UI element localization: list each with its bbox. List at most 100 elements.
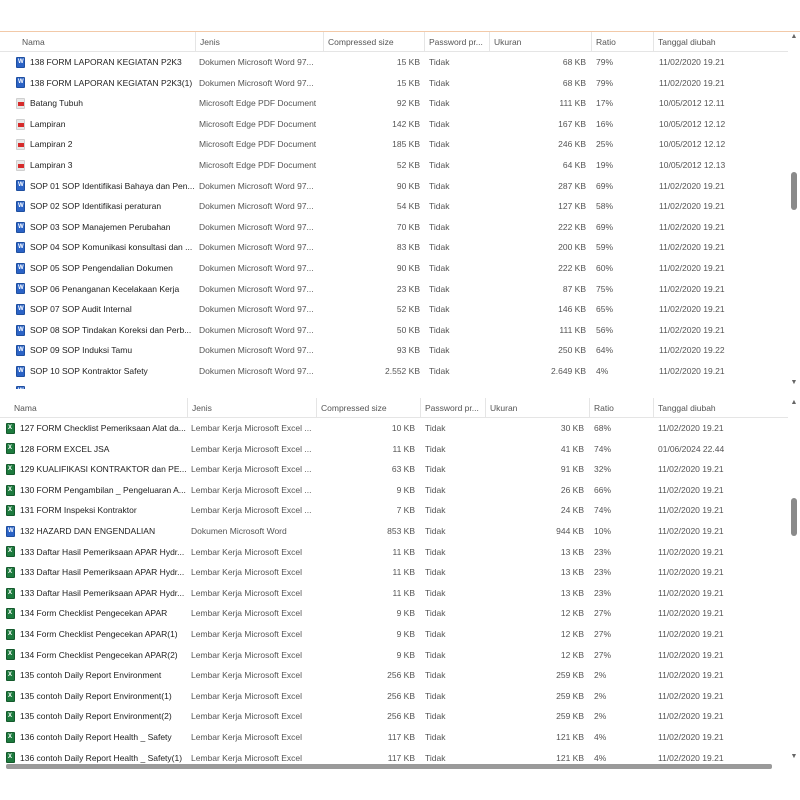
table-row[interactable]: Lampiran Microsoft Edge PDF Document 142 K… [0, 114, 788, 135]
compressed-cell: 93 KB [396, 345, 420, 356]
table-row[interactable]: 138 FORM LAPORAN KEGIATAN P2K3(1) Dokumen… [0, 73, 788, 94]
column-header-type[interactable]: Jenis [188, 398, 317, 418]
compressed-cell: 853 KB [387, 526, 415, 536]
column-header-size[interactable]: Ukuran [486, 398, 590, 418]
table-row[interactable]: 129 KUALIFIKASI KONTRAKTOR dan PE... Lemb… [0, 459, 788, 480]
size-cell: 91 KB [560, 464, 584, 475]
table-row[interactable]: Lampiran 2 Microsoft Edge PDF Document 185… [0, 134, 788, 155]
table-row[interactable]: SOP 11 SOP Ijin Kerja Aman Dokumen Micros… [0, 382, 788, 389]
table-row[interactable]: SOP 05 SOP Pengendalian Dokumen Dokumen M… [0, 258, 788, 279]
word-file-icon [16, 200, 25, 212]
ratio-cell: 56% [596, 324, 614, 335]
type-cell: Lembar Kerja Microsoft Excel [191, 649, 303, 660]
size-cell: 121 KB [556, 732, 584, 742]
file-name-cell: 128 FORM EXCEL JSA [6, 439, 186, 460]
file-name-cell: SOP 01 SOP Identifikasi Bahaya dan Pen..… [16, 176, 194, 197]
compressed-cell: 117 KB [387, 752, 415, 763]
vertical-scrollbar[interactable]: ▲ ▼ [788, 32, 800, 389]
column-header-compressed-size[interactable]: Compressed size [324, 32, 425, 52]
ratio-cell: 60% [596, 263, 614, 273]
scrollbar-thumb[interactable] [791, 172, 797, 210]
table-row[interactable]: 130 FORM Pengambilan _ Pengeluaran A... L… [0, 480, 788, 501]
table-row[interactable]: SOP 06 Penanganan Kecelakaan Kerja Dokume… [0, 279, 788, 300]
table-row[interactable]: SOP 10 SOP Kontraktor Safety Dokumen Micr… [0, 361, 788, 382]
table-row[interactable]: 133 Daftar Hasil Pemeriksaan APAR Hydr..… [0, 542, 788, 563]
table-row[interactable]: 135 contoh Daily Report Environment(1) Le… [0, 686, 788, 707]
table-row[interactable]: 132 HAZARD DAN ENGENDALIAN Dokumen Micros… [0, 521, 788, 542]
ratio-cell: 27% [594, 649, 612, 660]
date-cell: 11/02/2020 19.21 [658, 732, 724, 742]
table-row[interactable]: 135 contoh Daily Report Environment(2) Le… [0, 706, 788, 727]
table-row[interactable]: 136 contoh Daily Report Health _ Safety L… [0, 727, 788, 748]
file-name: SOP 03 SOP Manajemen Perubahan [30, 221, 171, 232]
compressed-cell: 90 KB [396, 180, 420, 191]
scrollbar-thumb[interactable] [791, 498, 797, 536]
column-header-password-protected[interactable]: Password pr... [421, 398, 486, 418]
table-row[interactable]: SOP 09 SOP Induksi Tamu Dokumen Microsoft… [0, 340, 788, 361]
date-cell: 11/02/2020 19.21 [658, 423, 724, 433]
table-row[interactable]: 138 FORM LAPORAN KEGIATAN P2K3 Dokumen Mi… [0, 52, 788, 73]
size-cell: 12 KB [560, 608, 584, 619]
ratio-cell: 69% [596, 180, 614, 191]
ratio-cell: 68% [594, 423, 612, 433]
table-row[interactable]: SOP 02 SOP Identifikasi peraturan Dokumen… [0, 196, 788, 217]
ratio-cell: 23% [594, 546, 612, 557]
word-file-icon [6, 525, 15, 537]
table-row[interactable]: Batang Tubuh Microsoft Edge PDF Document 9… [0, 93, 788, 114]
scroll-up-icon[interactable]: ▲ [788, 398, 800, 408]
horizontal-scrollbar[interactable] [6, 764, 772, 769]
table-row[interactable]: SOP 03 SOP Manajemen Perubahan Dokumen Mi… [0, 217, 788, 238]
column-header-compressed-size[interactable]: Compressed size [317, 398, 421, 418]
table-row[interactable]: 134 Form Checklist Pengecekan APAR(1) Lem… [0, 624, 788, 645]
table-row[interactable]: SOP 07 SOP Audit Internal Dokumen Microso… [0, 299, 788, 320]
file-name: 129 KUALIFIKASI KONTRAKTOR dan PE... [20, 464, 186, 475]
file-name-cell: SOP 11 SOP Ijin Kerja Aman [16, 382, 194, 389]
column-header-size[interactable]: Ukuran [490, 32, 592, 52]
column-header-ratio[interactable]: Ratio [592, 32, 654, 52]
column-header-date-modified[interactable]: Tanggal diubah [654, 398, 788, 418]
date-cell: 11/02/2020 19.21 [658, 587, 724, 598]
file-name: 135 contoh Daily Report Environment(1) [20, 690, 172, 701]
table-row[interactable]: SOP 01 SOP Identifikasi Bahaya dan Pen..… [0, 176, 788, 197]
file-name: SOP 11 SOP Ijin Kerja Aman [30, 382, 139, 389]
file-name-cell: 134 Form Checklist Pengecekan APAR [6, 603, 186, 624]
pdf-file-icon [16, 118, 25, 130]
ratio-cell: 69% [596, 221, 614, 232]
compressed-cell: 2.552 KB [385, 366, 420, 376]
table-row[interactable]: 128 FORM EXCEL JSA Lembar Kerja Microsoft… [0, 439, 788, 460]
column-header-type[interactable]: Jenis [196, 32, 324, 52]
scroll-down-icon[interactable]: ▼ [788, 752, 800, 762]
pane-divider[interactable] [0, 389, 800, 398]
table-row[interactable]: 136 contoh Daily Report Health _ Safety(… [0, 748, 788, 764]
table-row[interactable]: 131 FORM Inspeksi Kontraktor Lembar Kerja… [0, 500, 788, 521]
compressed-cell: 63 KB [391, 464, 415, 475]
table-row[interactable]: Lampiran 3 Microsoft Edge PDF Document 52 … [0, 155, 788, 176]
table-row[interactable]: 133 Daftar Hasil Pemeriksaan APAR Hydr..… [0, 583, 788, 604]
table-row[interactable]: 134 Form Checklist Pengecekan APAR Lembar… [0, 603, 788, 624]
column-header-password-protected[interactable]: Password pr... [425, 32, 490, 52]
scroll-down-icon[interactable]: ▼ [788, 378, 800, 388]
size-cell: 259 KB [556, 711, 584, 722]
date-cell: 11/02/2020 19.21 [659, 221, 725, 232]
column-header-name[interactable]: Nama [0, 32, 196, 52]
size-cell: 26 KB [560, 484, 584, 495]
column-header-ratio[interactable]: Ratio [590, 398, 654, 418]
date-cell: 11/02/2020 19.21 [658, 484, 724, 495]
vertical-scrollbar[interactable]: ▲ ▼ [788, 398, 800, 764]
date-cell: 11/02/2020 19.21 [658, 711, 724, 722]
column-header-name[interactable]: Nama [0, 398, 188, 418]
column-header-date-modified[interactable]: Tanggal diubah [654, 32, 788, 52]
table-row[interactable]: 133 Daftar Hasil Pemeriksaan APAR Hydr..… [0, 562, 788, 583]
size-cell: 222 KB [558, 221, 586, 232]
table-row[interactable]: 127 FORM Checklist Pemeriksaan Alat da..… [0, 418, 788, 439]
table-row[interactable]: 135 contoh Daily Report Environment Lemba… [0, 665, 788, 686]
table-row[interactable]: 134 Form Checklist Pengecekan APAR(2) Lem… [0, 645, 788, 666]
table-row[interactable]: SOP 04 SOP Komunikasi konsultasi dan ...… [0, 237, 788, 258]
excel-file-icon [6, 566, 15, 578]
date-cell: 10/05/2012 12.12 [659, 118, 726, 129]
table-row[interactable]: SOP 08 SOP Tindakan Koreksi dan Perb... D… [0, 320, 788, 341]
ratio-cell: 75% [596, 283, 614, 294]
file-name-cell: 134 Form Checklist Pengecekan APAR(1) [6, 624, 186, 645]
scroll-up-icon[interactable]: ▲ [788, 32, 800, 42]
ratio-cell: 74% [594, 443, 612, 454]
